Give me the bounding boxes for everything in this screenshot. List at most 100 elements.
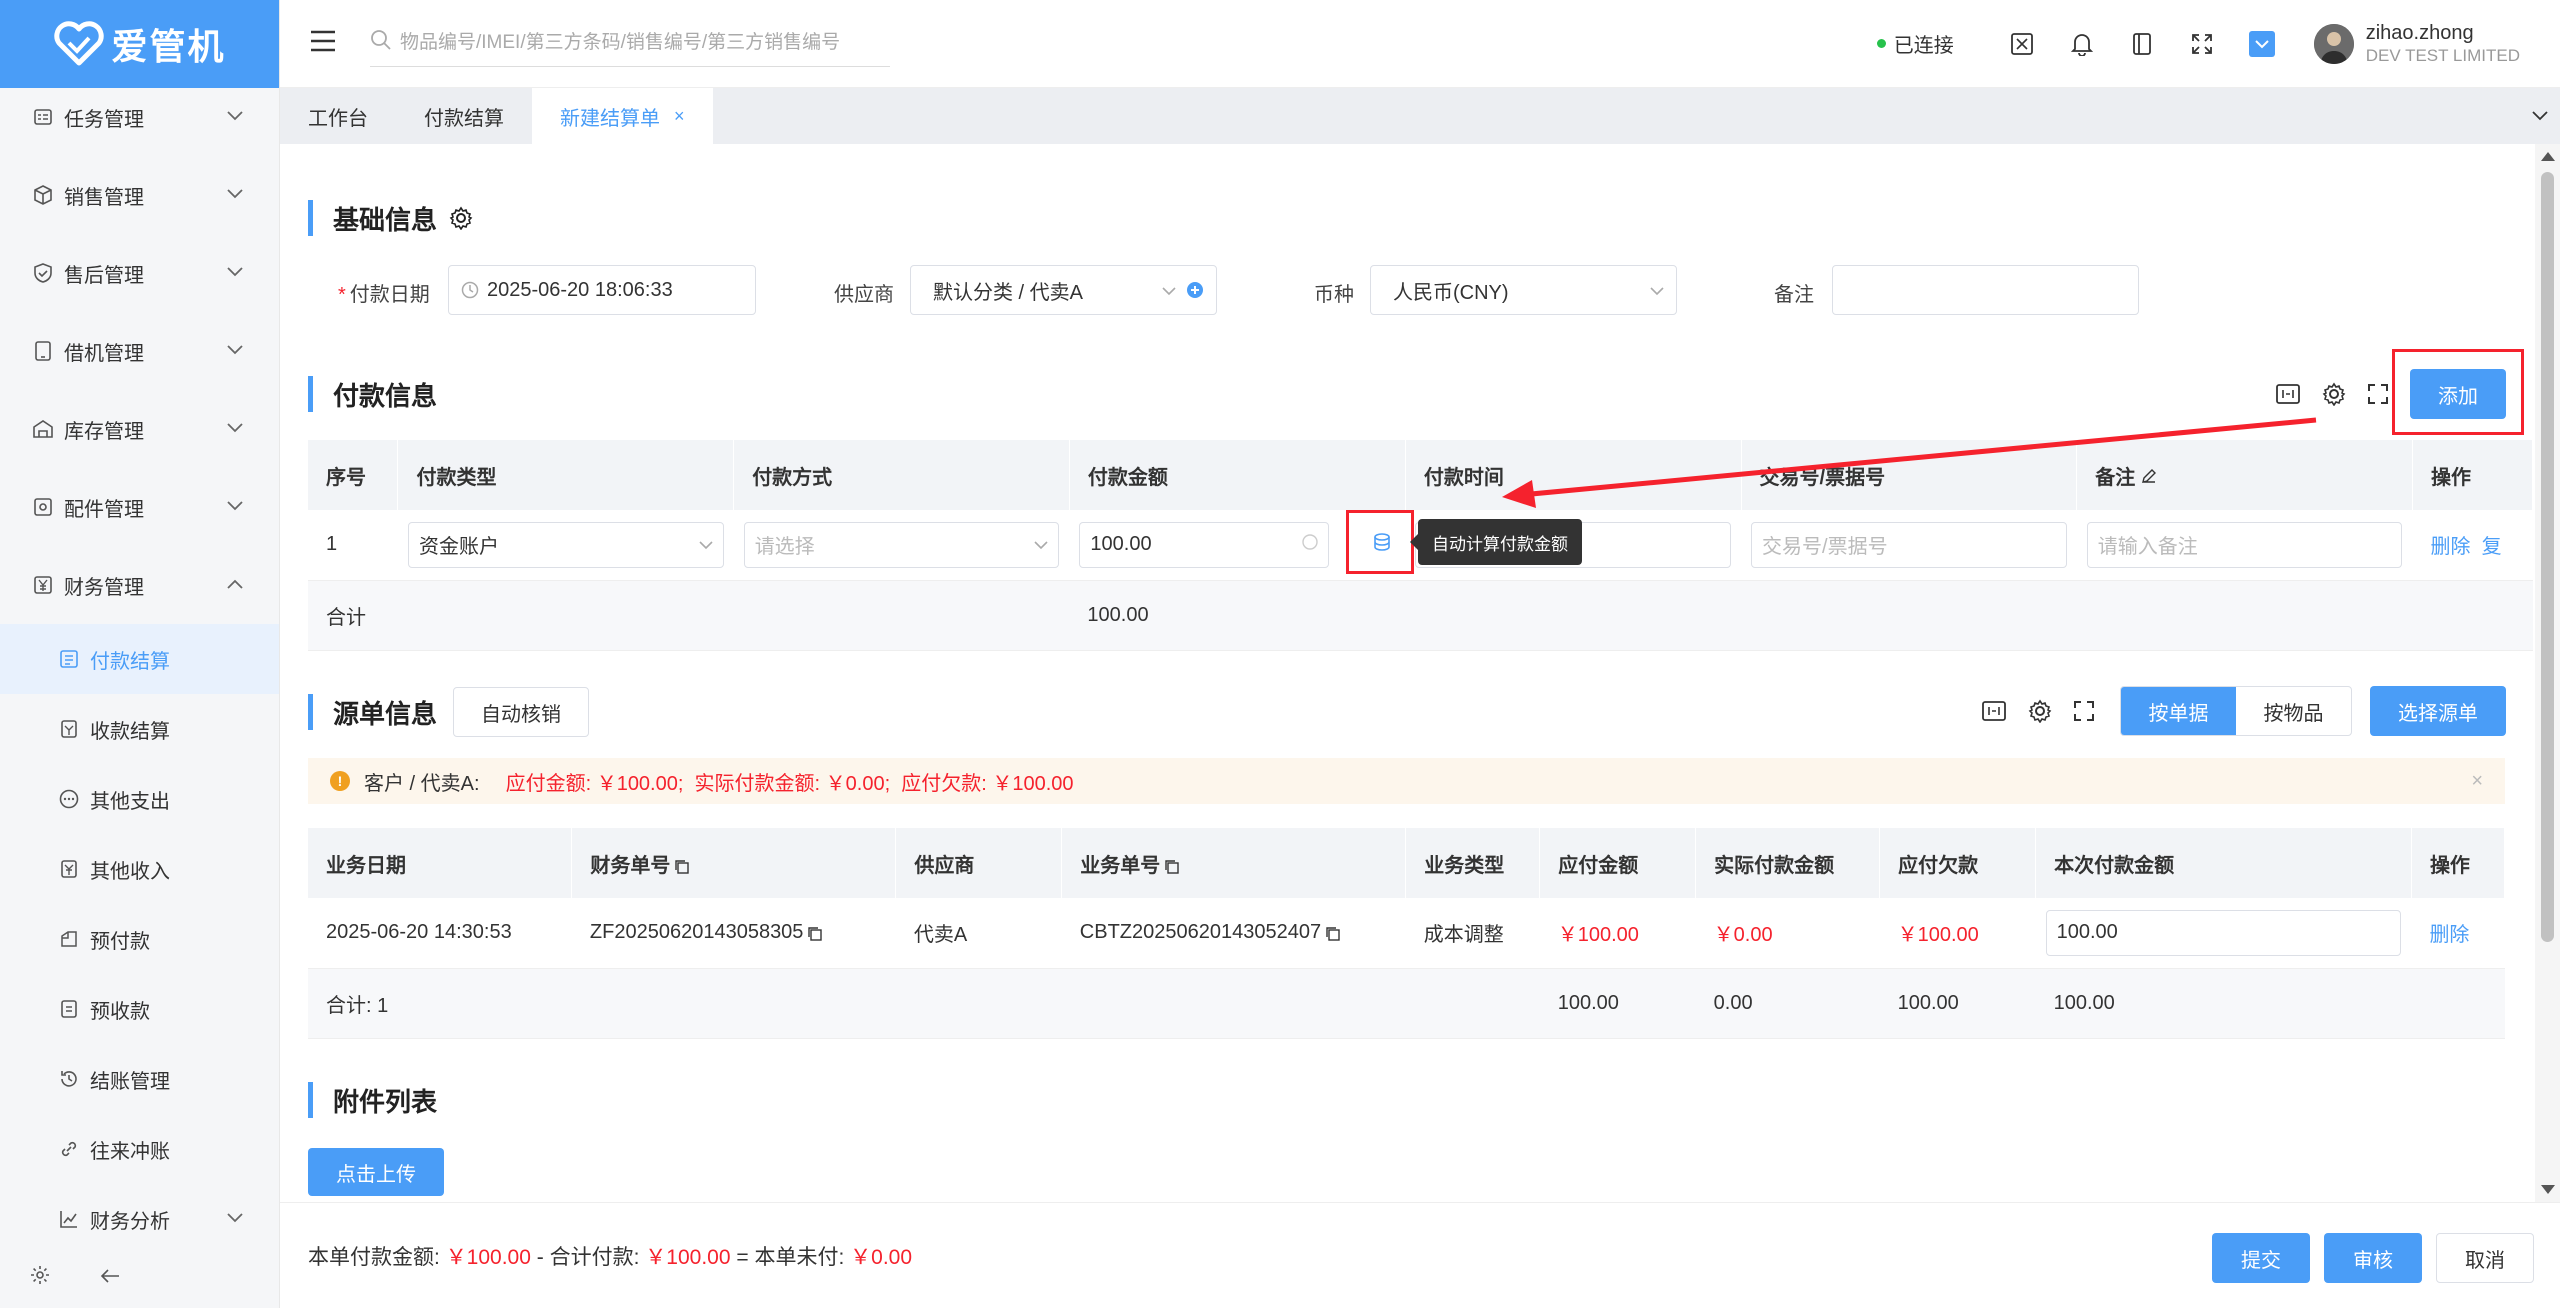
sidebar-item-task[interactable]: 任务管理 (0, 78, 279, 156)
cancel-button[interactable]: 取消 (2436, 1233, 2534, 1283)
row-supplier: 代卖A (895, 898, 1062, 969)
tab-label: 付款结算 (424, 107, 504, 130)
sidebar-item-label: 配件管理 (64, 498, 144, 521)
audit-button[interactable]: 审核 (2324, 1233, 2422, 1283)
sidebar-subitem-other-income[interactable]: 其他收入 (0, 834, 279, 904)
settings-gear-icon[interactable] (30, 1265, 50, 1291)
sidebar-subitem-payment-settlement[interactable]: 付款结算 (0, 624, 279, 694)
sidebar-item-label: 售后管理 (64, 264, 144, 287)
col-header: 业务日期 (308, 828, 573, 898)
view-by-order-button[interactable]: 按单据 (2121, 687, 2236, 735)
bell-icon[interactable] (2069, 31, 2095, 57)
copy-icon[interactable] (674, 858, 690, 874)
sidebar-item-finance[interactable]: 财务管理 (0, 546, 279, 624)
section-source-title-text: 源单信息 (333, 698, 438, 729)
chevron-down-icon (227, 342, 243, 360)
biz-no[interactable]: CBTZ20250620143052407 (1080, 921, 1321, 943)
close-icon[interactable]: × (674, 106, 685, 127)
copy-icon[interactable] (1164, 858, 1180, 874)
close-icon[interactable]: × (2471, 770, 2483, 793)
source-table: 业务日期 财务单号 供应商 业务单号 业务类型 应付金额 实际付款金额 应付欠款… (308, 828, 2506, 1039)
link-icon (58, 1138, 80, 1160)
global-search (370, 21, 890, 67)
connection-status: 已连接 (1876, 29, 1954, 58)
footer-value-total: ￥100.00 (645, 1245, 731, 1269)
user-company: DEV TEST LIMITED (2365, 45, 2520, 65)
chevron-up-icon (227, 576, 243, 594)
payable: ￥100.00 (1539, 898, 1696, 969)
logo[interactable]: 爱管机 (0, 0, 279, 88)
sidebar-subitem-other-expense[interactable]: 其他支出 (0, 764, 279, 834)
sidebar-subitem-offset[interactable]: 往来冲账 (0, 1114, 279, 1184)
search-input[interactable] (400, 32, 880, 54)
column-width-icon[interactable] (1980, 697, 2008, 725)
scroll-thumb[interactable] (2541, 172, 2554, 942)
sidebar-item-inventory[interactable]: 库存管理 (0, 390, 279, 468)
sidebar-item-loan[interactable]: 借机管理 (0, 312, 279, 390)
user-name: zihao.zhong (2365, 21, 2474, 44)
tab-payment-settlement[interactable]: 付款结算 (396, 88, 532, 144)
col-header-text: 财务单号 (590, 854, 671, 877)
sidebar-item-aftersales[interactable]: 售后管理 (0, 234, 279, 312)
fin-no-cell: ZF20250620143058305 (571, 898, 896, 969)
sidebar-subitem-prereceipt[interactable]: 预收款 (0, 974, 279, 1044)
footer-label-total: - 合计付款: (536, 1245, 640, 1269)
biz-date: 2025-06-20 14:30:53 (308, 898, 572, 969)
sidebar-subitem-closing[interactable]: 结账管理 (0, 1044, 279, 1114)
collapse-arrow-left-icon[interactable] (100, 1267, 120, 1290)
fin-no[interactable]: ZF20250620143058305 (590, 921, 804, 943)
this-pay-input[interactable]: 100.00 (2045, 909, 2402, 956)
settings-gear-icon[interactable] (2026, 697, 2054, 725)
fullscreen-icon[interactable] (2189, 31, 2215, 57)
table-row: 2025-06-20 14:30:53 ZF20250620143058305 … (308, 898, 2505, 969)
chevron-down-icon (227, 498, 243, 516)
topbar: 已连接 zihao.zhong DEV TEST LIMITED (280, 0, 2560, 88)
sidebar-item-sales[interactable]: 销售管理 (0, 156, 279, 234)
tab-workbench[interactable]: 工作台 (280, 88, 396, 144)
income-doc-icon (58, 858, 80, 880)
sidebar-item-parts[interactable]: 配件管理 (0, 468, 279, 546)
select-source-button[interactable]: 选择源单 (2370, 686, 2506, 736)
sidebar-item-finance-analysis[interactable]: 财务分析 (0, 1184, 279, 1254)
auto-writeoff-button[interactable]: 自动核销 (453, 687, 589, 737)
translate-icon[interactable] (2009, 31, 2035, 57)
submit-button[interactable]: 提交 (2212, 1233, 2310, 1283)
status-text: 已连接 (1893, 35, 1954, 57)
delete-row-link[interactable]: 删除 (2429, 924, 2469, 946)
phone-icon (32, 340, 54, 362)
tabs-chevron-down-icon[interactable] (2520, 88, 2560, 144)
col-header-fin-no: 财务单号 (571, 828, 897, 898)
footer-bar: 本单付款金额: ￥100.00 - 合计付款: ￥100.00 = 本单未付: … (280, 1202, 2560, 1308)
scroll-down-arrow-icon[interactable] (2541, 1185, 2555, 1194)
upload-button[interactable]: 点击上传 (308, 1148, 444, 1196)
tab-new-settlement[interactable]: 新建结算单 × (532, 88, 713, 144)
owed: ￥100.00 (1879, 898, 2036, 969)
sidebar-subitem-prepayment[interactable]: 预付款 (0, 904, 279, 974)
hamburger-menu-icon[interactable] (310, 30, 336, 58)
notebook-icon[interactable] (2129, 31, 2155, 57)
sidebar-item-label: 财务分析 (90, 1210, 170, 1233)
task-icon (32, 106, 54, 128)
vertical-scrollbar[interactable] (2535, 144, 2560, 1202)
sidebar-subitem-receipt-settlement[interactable]: 收款结算 (0, 694, 279, 764)
tab-label: 工作台 (308, 107, 368, 130)
view-by-item-button[interactable]: 按物品 (2236, 687, 2351, 735)
view-mode-toggle: 按单据 按物品 (2120, 686, 2352, 736)
sidebar-subitem-label: 往来冲账 (90, 1140, 170, 1163)
prepay-icon (58, 928, 80, 950)
main-content: 基础信息 * 付款日期 2025-06-20 18:06:33 供应商 默认分类 … (280, 144, 2535, 1202)
copy-icon[interactable] (807, 925, 823, 941)
receipt-doc-icon (58, 718, 80, 740)
chevron-down-icon (227, 186, 243, 204)
fullscreen-icon[interactable] (2070, 697, 2098, 725)
dropdown-toggle-icon[interactable] (2248, 30, 2275, 57)
sidebar-subitem-label: 预收款 (90, 1000, 150, 1023)
sum-row: 合计: 1 100.00 0.00 100.00 100.00 (308, 968, 2505, 1039)
sidebar-item-label: 借机管理 (64, 342, 144, 365)
user-menu[interactable]: zihao.zhong DEV TEST LIMITED (2313, 21, 2520, 67)
copy-icon[interactable] (1325, 925, 1341, 941)
biz-no-cell: CBTZ20250620143052407 (1061, 898, 1406, 969)
scroll-up-arrow-icon[interactable] (2541, 152, 2555, 161)
footer-value-unpaid: ￥0.00 (850, 1245, 913, 1269)
sidebar-item-label: 库存管理 (64, 420, 144, 443)
